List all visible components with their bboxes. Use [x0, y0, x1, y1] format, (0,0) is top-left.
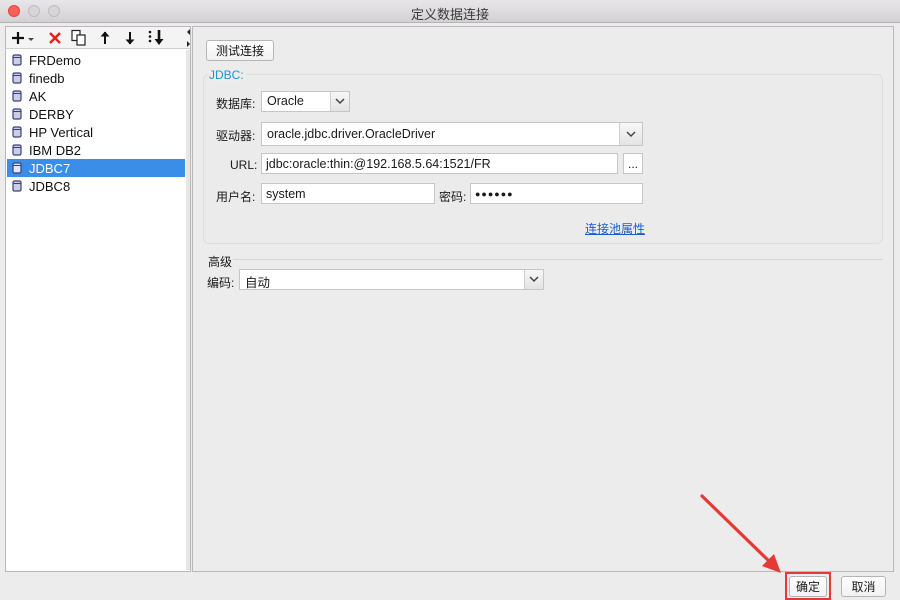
- window-title: 定义数据连接: [410, 7, 489, 22]
- list-item[interactable]: HP Vertical: [7, 123, 185, 141]
- list-item-label: DERBY: [29, 106, 74, 122]
- list-item-label: IBM DB2: [29, 142, 82, 158]
- list-item-label: JDBC8: [29, 178, 71, 194]
- database-label: 数据库:: [216, 97, 256, 111]
- test-connection-button[interactable]: 测试连接: [206, 40, 274, 61]
- database-icon: [12, 144, 22, 156]
- database-icon: [12, 108, 22, 120]
- list-item-label: HP Vertical: [29, 124, 94, 140]
- list-item[interactable]: DERBY: [7, 105, 185, 123]
- username-input[interactable]: system: [261, 183, 435, 204]
- database-icon: [12, 162, 22, 174]
- title-bar: 定义数据连接: [0, 0, 900, 23]
- add-dropdown-icon[interactable]: [10, 28, 38, 48]
- url-browse-button[interactable]: ...: [623, 153, 643, 174]
- connection-list-panel: FRDemo finedb AK DERBY HP Vertical IBM DB2 JDB…: [5, 26, 191, 572]
- connection-list: FRDemo finedb AK DERBY HP Vertical IBM DB2 JDB…: [7, 51, 185, 195]
- sort-icon[interactable]: [146, 28, 168, 48]
- password-label: 密码:: [439, 190, 467, 204]
- database-icon: [12, 54, 22, 66]
- encoding-select[interactable]: 自动: [239, 269, 544, 290]
- list-item[interactable]: finedb: [7, 69, 185, 87]
- jdbc-group-title: JDBC:: [209, 68, 246, 82]
- database-icon: [12, 126, 22, 138]
- move-up-icon[interactable]: [94, 28, 116, 48]
- list-item[interactable]: IBM DB2: [7, 141, 185, 159]
- connection-settings-panel: 测试连接 JDBC: 数据库: Oracle 驱动器: oracle.jdbc.…: [192, 26, 894, 572]
- connection-pool-link[interactable]: 连接池属性: [585, 220, 645, 237]
- database-value: Oracle: [267, 94, 304, 108]
- collapse-panel-arrows-icon[interactable]: [185, 27, 192, 49]
- list-item[interactable]: JDBC7: [7, 159, 185, 177]
- list-item-label: FRDemo: [29, 52, 82, 68]
- chevron-down-icon: [330, 92, 349, 111]
- database-icon: [12, 180, 22, 192]
- advanced-divider: [233, 259, 883, 260]
- database-select[interactable]: Oracle: [261, 91, 350, 112]
- list-item-label: finedb: [29, 70, 65, 86]
- driver-label: 驱动器:: [216, 129, 256, 143]
- ok-button-highlight-annotation: [785, 572, 831, 600]
- list-scrollbar[interactable]: [186, 50, 190, 570]
- cancel-button[interactable]: 取消: [841, 576, 886, 597]
- move-down-icon[interactable]: [119, 28, 141, 48]
- list-item[interactable]: AK: [7, 87, 185, 105]
- copy-icon[interactable]: [68, 28, 90, 48]
- chevron-down-icon: [524, 270, 543, 289]
- list-item[interactable]: JDBC8: [7, 177, 185, 195]
- list-item[interactable]: FRDemo: [7, 51, 185, 69]
- username-label: 用户名:: [216, 190, 256, 204]
- driver-select[interactable]: oracle.jdbc.driver.OracleDriver: [261, 122, 643, 146]
- encoding-label: 编码:: [207, 276, 235, 290]
- driver-value: oracle.jdbc.driver.OracleDriver: [267, 127, 436, 141]
- url-label: URL:: [230, 158, 258, 172]
- list-item-label: JDBC7: [29, 160, 71, 176]
- password-input[interactable]: ●●●●●●: [470, 183, 643, 204]
- advanced-title: 高级: [208, 255, 233, 269]
- list-toolbar: [6, 27, 190, 49]
- url-input[interactable]: jdbc:oracle:thin:@192.168.5.64:1521/FR: [261, 153, 618, 174]
- list-item-label: AK: [29, 88, 47, 104]
- database-icon: [12, 90, 22, 102]
- delete-icon[interactable]: [44, 28, 66, 48]
- encoding-value: 自动: [245, 276, 271, 290]
- chevron-down-icon: [619, 123, 642, 145]
- database-icon: [12, 72, 22, 84]
